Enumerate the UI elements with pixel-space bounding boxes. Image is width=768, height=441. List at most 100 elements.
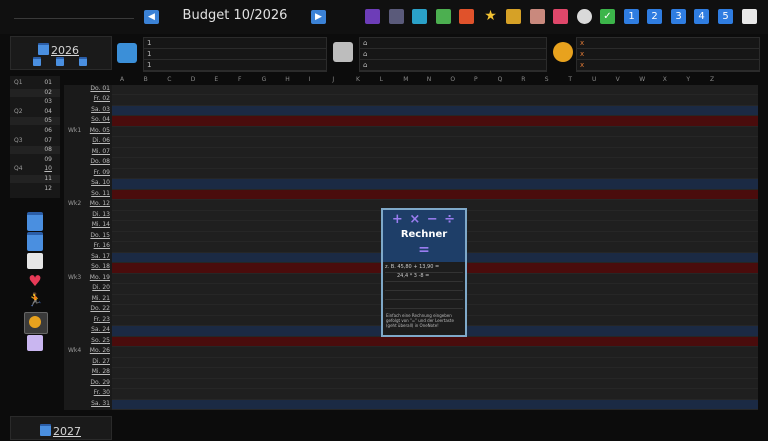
grid-row[interactable]	[112, 116, 758, 127]
day-row[interactable]: Do. 08	[64, 158, 112, 166]
day-label[interactable]: So. 18	[91, 263, 110, 271]
month-label[interactable]: 07	[44, 137, 52, 145]
grid-row[interactable]	[112, 158, 758, 169]
grid-row[interactable]	[112, 347, 758, 358]
month-label[interactable]: 03	[44, 98, 52, 106]
grid-row[interactable]	[112, 399, 758, 410]
notepad-icon[interactable]	[27, 253, 43, 269]
day-label[interactable]: So. 25	[91, 337, 110, 345]
calendar-small-icon[interactable]	[79, 57, 87, 66]
day-row[interactable]: Wk3 Mo. 19	[64, 274, 112, 282]
day-row[interactable]: Sa. 10	[64, 179, 112, 187]
day-label[interactable]: Fr. 23	[94, 316, 110, 324]
day-label[interactable]: Sa. 31	[91, 400, 110, 408]
day-label[interactable]: Sa. 10	[91, 179, 110, 187]
day-label[interactable]: Sa. 24	[91, 326, 110, 334]
day-row[interactable]: Di. 13	[64, 211, 112, 219]
month-label[interactable]: 10	[44, 165, 52, 173]
grid-row[interactable]	[112, 85, 758, 96]
calendar-small-icon[interactable]	[33, 57, 41, 66]
day-row[interactable]: Do. 15	[64, 232, 112, 240]
day-label[interactable]: Mi. 14	[92, 221, 110, 229]
notebook-orange-icon[interactable]	[459, 9, 474, 24]
page-5-button[interactable]: 5	[718, 9, 733, 24]
day-label[interactable]: Sa. 17	[91, 253, 110, 261]
calendar-month-icon[interactable]	[27, 232, 43, 251]
running-icon[interactable]: 🏃	[27, 293, 43, 309]
month-row[interactable]: 12	[10, 185, 60, 193]
page-4-button[interactable]: 4	[694, 9, 709, 24]
notebook-blue-icon[interactable]	[412, 9, 427, 24]
month-label[interactable]: 11	[44, 175, 52, 183]
prev-month-button[interactable]: ◀	[144, 10, 159, 24]
day-label[interactable]: Fr. 09	[94, 169, 110, 177]
day-row[interactable]: Mi. 21	[64, 295, 112, 303]
month-row[interactable]: 03	[10, 98, 60, 106]
day-label[interactable]: Do. 29	[90, 379, 110, 387]
month-row[interactable]: Q2 04	[10, 108, 60, 116]
month-row[interactable]: 06	[10, 127, 60, 135]
day-row[interactable]: Mi. 28	[64, 368, 112, 376]
month-row[interactable]: 05	[10, 117, 60, 126]
notebook-lilac-icon[interactable]	[27, 335, 43, 351]
day-label[interactable]: Fr. 30	[94, 389, 110, 397]
grid-row[interactable]	[112, 189, 758, 201]
day-row[interactable]: So. 25	[64, 337, 112, 345]
next-month-button[interactable]: ▶	[311, 10, 326, 24]
day-row[interactable]: So. 11	[64, 190, 112, 198]
month-row[interactable]: 08	[10, 146, 60, 155]
day-row[interactable]: So. 18	[64, 263, 112, 271]
page-1-button[interactable]: 1	[624, 9, 639, 24]
month-row[interactable]: 11	[10, 175, 60, 183]
calendar-small-icon[interactable]	[56, 57, 64, 66]
grid-row[interactable]	[112, 179, 758, 190]
day-row[interactable]: Sa. 17	[64, 253, 112, 261]
day-row[interactable]: Mi. 07	[64, 148, 112, 156]
bag-icon[interactable]	[553, 9, 568, 24]
page-3-button[interactable]: 3	[671, 9, 686, 24]
quarter-label[interactable]: Q1	[14, 79, 23, 87]
month-row[interactable]: Q4 10	[10, 165, 60, 173]
day-row[interactable]: Di. 20	[64, 284, 112, 292]
day-label[interactable]: Fr. 16	[94, 242, 110, 250]
month-label[interactable]: 09	[44, 156, 52, 164]
day-row[interactable]: Do. 22	[64, 305, 112, 313]
month-row[interactable]: 09	[10, 156, 60, 164]
month-label[interactable]: 04	[44, 108, 52, 116]
grid-row[interactable]	[112, 336, 758, 348]
day-label[interactable]: Di. 20	[92, 284, 110, 292]
month-label[interactable]: 12	[44, 185, 52, 193]
day-label[interactable]: Mi. 07	[92, 148, 110, 156]
calculator-line[interactable]	[385, 299, 463, 309]
day-row[interactable]: Sa. 24	[64, 326, 112, 334]
month-label[interactable]: 06	[44, 127, 52, 135]
month-row[interactable]: Q3 07	[10, 137, 60, 145]
lock-icon[interactable]	[506, 9, 521, 24]
open-book-icon[interactable]	[742, 9, 757, 24]
day-label[interactable]: Mi. 21	[92, 295, 110, 303]
next-year-link[interactable]: 2027	[40, 420, 81, 439]
day-row[interactable]: Di. 06	[64, 137, 112, 145]
month-label[interactable]: 05	[44, 117, 52, 125]
heart-icon[interactable]: ♥	[27, 273, 43, 289]
day-row[interactable]: Fr. 09	[64, 169, 112, 177]
day-label[interactable]: So. 11	[91, 190, 110, 198]
day-label[interactable]: Mi. 28	[92, 368, 110, 376]
day-label[interactable]: Di. 13	[92, 211, 110, 219]
star-icon[interactable]: ★	[483, 9, 498, 24]
day-label[interactable]: Mo. 05	[90, 127, 110, 135]
quarter-label[interactable]: Q3	[14, 137, 23, 145]
day-label[interactable]: Do. 15	[90, 232, 110, 240]
user-icon[interactable]	[365, 9, 380, 24]
day-label[interactable]: Do. 22	[90, 305, 110, 313]
quarter-label[interactable]: Q4	[14, 165, 23, 173]
day-row[interactable]: Fr. 16	[64, 242, 112, 250]
grid-row[interactable]	[112, 379, 758, 390]
day-row[interactable]: Fr. 23	[64, 316, 112, 324]
day-label[interactable]: Mo. 19	[90, 274, 110, 282]
day-row[interactable]: Fr. 02	[64, 95, 112, 103]
day-row[interactable]: Fr. 30	[64, 389, 112, 397]
grid-row[interactable]	[112, 105, 758, 117]
day-row[interactable]: Di. 27	[64, 358, 112, 366]
month-row[interactable]: Q1 01	[10, 79, 60, 87]
